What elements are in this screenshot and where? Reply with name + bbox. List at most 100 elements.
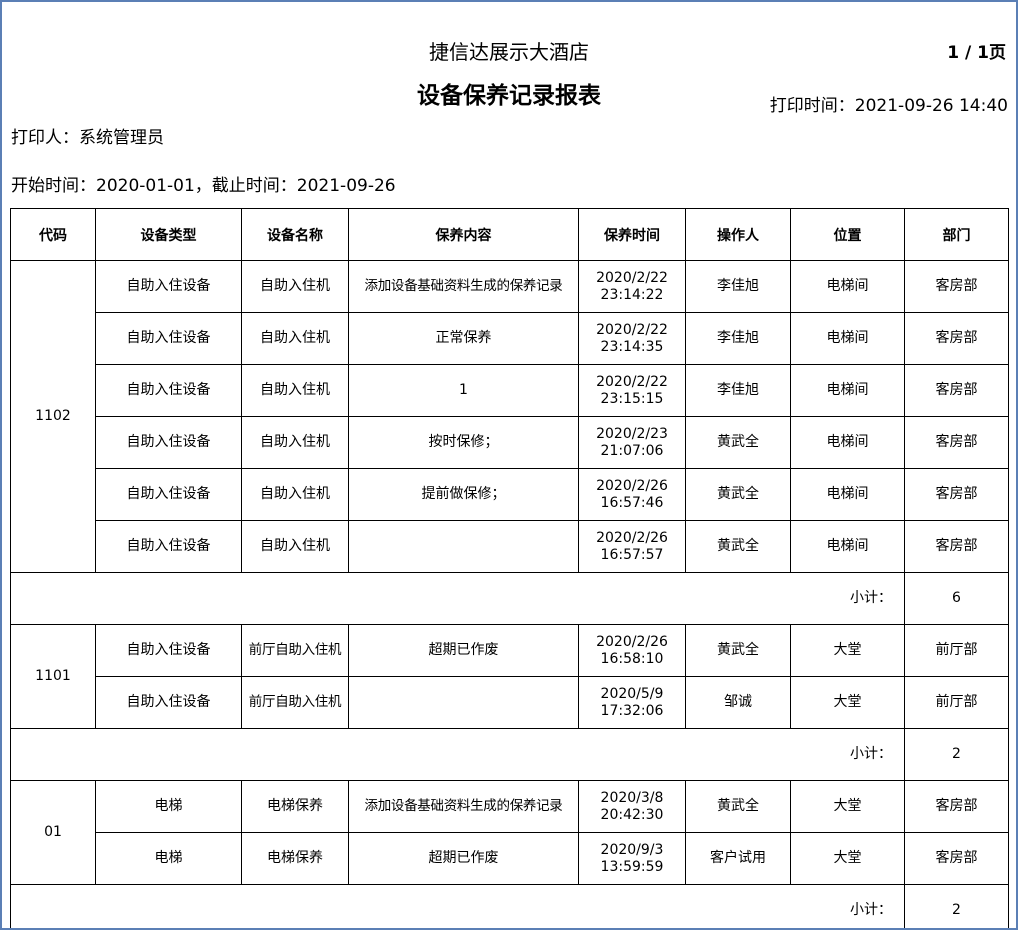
location-cell: 电梯间 [790, 260, 905, 313]
subtotal-row: 小计： 6 [10, 572, 1009, 625]
department-cell: 前厅部 [904, 624, 1009, 677]
device-name-cell: 自助入住机 [241, 364, 349, 417]
operator-cell: 黄武全 [685, 520, 791, 573]
maintenance-clock-time: 16:58:10 [600, 650, 664, 667]
maintenance-time-cell: 2020/2/26 16:57:46 [578, 468, 686, 521]
maintenance-date: 2020/2/26 [596, 529, 668, 546]
table-row: 自助入住设备 自助入住机 2020/2/26 16:57:57 黄武全 电梯间 客房部 [11, 520, 1009, 573]
location-cell: 电梯间 [790, 416, 905, 469]
device-type-cell: 自助入住设备 [95, 624, 242, 677]
table-row: 01 电梯 电梯保养 添加设备基础资料生成的保养记录 2020/3/8 20:42:30 黄… [10, 780, 1009, 885]
subtotal-row: 小计： 2 [10, 728, 1009, 781]
maintenance-clock-time: 13:59:59 [600, 858, 664, 875]
subtotal-value: 6 [904, 572, 1009, 625]
subtotal-row: 小计： 2 [10, 884, 1009, 928]
maintenance-table: 代码 设备类型 设备名称 保养内容 保养时间 操作人 位置 部门 1102 自助入… [10, 208, 1009, 928]
table-row: 自助入住设备 自助入住机 正常保养 2020/2/22 23:14:35 李佳旭 电梯间 客房… [11, 312, 1009, 365]
device-type-cell: 自助入住设备 [95, 312, 242, 365]
report-page: 捷信达展示大酒店 1 / 1页 设备保养记录报表 打印时间：2021-09-26… [0, 0, 1018, 930]
device-name-cell: 电梯保养 [241, 780, 349, 833]
device-name-cell: 自助入住机 [241, 260, 349, 313]
table-header-row: 代码 设备类型 设备名称 保养内容 保养时间 操作人 位置 部门 [10, 208, 1009, 261]
operator-cell: 李佳旭 [685, 312, 791, 365]
department-cell: 客房部 [904, 468, 1009, 521]
location-cell: 电梯间 [790, 312, 905, 365]
date-range: 开始时间：2020-01-01，截止时间：2021-09-26 [11, 176, 396, 196]
device-type-cell: 自助入住设备 [95, 676, 242, 729]
location-cell: 电梯间 [790, 468, 905, 521]
maintenance-content-cell [348, 676, 579, 729]
operator-cell: 客户试用 [685, 832, 791, 885]
maintenance-content-cell: 按时保修； [348, 416, 579, 469]
column-header-operator: 操作人 [685, 208, 791, 261]
maintenance-content-cell [348, 520, 579, 573]
group-code-cell: 1101 [10, 624, 96, 729]
table-row: 电梯 电梯保养 超期已作废 2020/9/3 13:59:59 客户试用 大堂 客房部 [11, 832, 1009, 885]
subtotal-label: 小计： [10, 572, 905, 625]
device-type-cell: 自助入住设备 [95, 468, 242, 521]
column-header-type: 设备类型 [95, 208, 242, 261]
device-type-cell: 自助入住设备 [95, 416, 242, 469]
device-name-cell: 自助入住机 [241, 468, 349, 521]
maintenance-clock-time: 23:14:22 [600, 286, 664, 303]
column-header-location: 位置 [790, 208, 905, 261]
column-header-content: 保养内容 [348, 208, 579, 261]
department-cell: 客房部 [904, 260, 1009, 313]
device-type-cell: 电梯 [95, 780, 242, 833]
device-type-cell: 自助入住设备 [95, 260, 242, 313]
location-cell: 大堂 [790, 780, 905, 833]
maintenance-time-cell: 2020/2/22 23:14:22 [578, 260, 686, 313]
maintenance-content-cell: 超期已作废 [348, 832, 579, 885]
operator-cell: 邹诚 [685, 676, 791, 729]
maintenance-date: 2020/3/8 [600, 789, 664, 806]
maintenance-time-cell: 2020/2/23 21:07:06 [578, 416, 686, 469]
maintenance-date: 2020/2/22 [596, 321, 668, 338]
maintenance-clock-time: 23:15:15 [600, 390, 664, 407]
operator-cell: 黄武全 [685, 468, 791, 521]
maintenance-clock-time: 16:57:57 [600, 546, 664, 563]
location-cell: 大堂 [790, 624, 905, 677]
device-name-cell: 自助入住机 [241, 416, 349, 469]
department-cell: 客房部 [904, 520, 1009, 573]
column-header-time: 保养时间 [578, 208, 686, 261]
maintenance-content-cell: 正常保养 [348, 312, 579, 365]
page-indicator: 1 / 1页 [947, 43, 1006, 63]
maintenance-time-cell: 2020/2/22 23:15:15 [578, 364, 686, 417]
device-name-cell: 前厅自助入住机 [241, 676, 349, 729]
operator-cell: 黄武全 [685, 416, 791, 469]
maintenance-time-cell: 2020/3/8 20:42:30 [578, 780, 686, 833]
maintenance-clock-time: 17:32:06 [600, 702, 664, 719]
maintenance-date: 2020/9/3 [600, 841, 664, 858]
maintenance-time-cell: 2020/5/9 17:32:06 [578, 676, 686, 729]
maintenance-date: 2020/5/9 [600, 685, 664, 702]
maintenance-content-cell: 超期已作废 [348, 624, 579, 677]
maintenance-date: 2020/2/26 [596, 633, 668, 650]
device-name-cell: 电梯保养 [241, 832, 349, 885]
operator-cell: 李佳旭 [685, 364, 791, 417]
table-row: 1102 自助入住设备 自助入住机 添加设备基础资料生成的保养记录 2020/2/22 2… [10, 260, 1009, 573]
subtotal-value: 2 [904, 728, 1009, 781]
printer-info: 打印人：系统管理员 [11, 128, 164, 148]
department-cell: 客房部 [904, 364, 1009, 417]
maintenance-time-cell: 2020/9/3 13:59:59 [578, 832, 686, 885]
location-cell: 大堂 [790, 676, 905, 729]
device-name-cell: 前厅自助入住机 [241, 624, 349, 677]
table-row: 自助入住设备 自助入住机 按时保修； 2020/2/23 21:07:06 黄武全 电梯间客… [11, 416, 1009, 469]
subtotal-value: 2 [904, 884, 1009, 928]
location-cell: 大堂 [790, 832, 905, 885]
device-type-cell: 电梯 [95, 832, 242, 885]
column-header-department: 部门 [904, 208, 1009, 261]
maintenance-clock-time: 16:57:46 [600, 494, 664, 511]
department-cell: 客房部 [904, 312, 1009, 365]
print-time: 打印时间：2021-09-26 14:40 [769, 96, 1008, 116]
device-name-cell: 自助入住机 [241, 520, 349, 573]
table-row: 自助入住设备 前厅自助入住机 2020/5/9 17:32:06 邹诚 大堂 前厅部 [11, 676, 1009, 729]
device-name-cell: 自助入住机 [241, 312, 349, 365]
hotel-name: 捷信达展示大酒店 [429, 40, 589, 64]
table-row: 自助入住设备 自助入住机 提前做保修； 2020/2/26 16:57:46 黄武全 电梯间… [11, 468, 1009, 521]
maintenance-content-cell: 添加设备基础资料生成的保养记录 [348, 260, 579, 313]
location-cell: 电梯间 [790, 364, 905, 417]
maintenance-time-cell: 2020/2/26 16:57:57 [578, 520, 686, 573]
maintenance-date: 2020/2/26 [596, 477, 668, 494]
operator-cell: 李佳旭 [685, 260, 791, 313]
